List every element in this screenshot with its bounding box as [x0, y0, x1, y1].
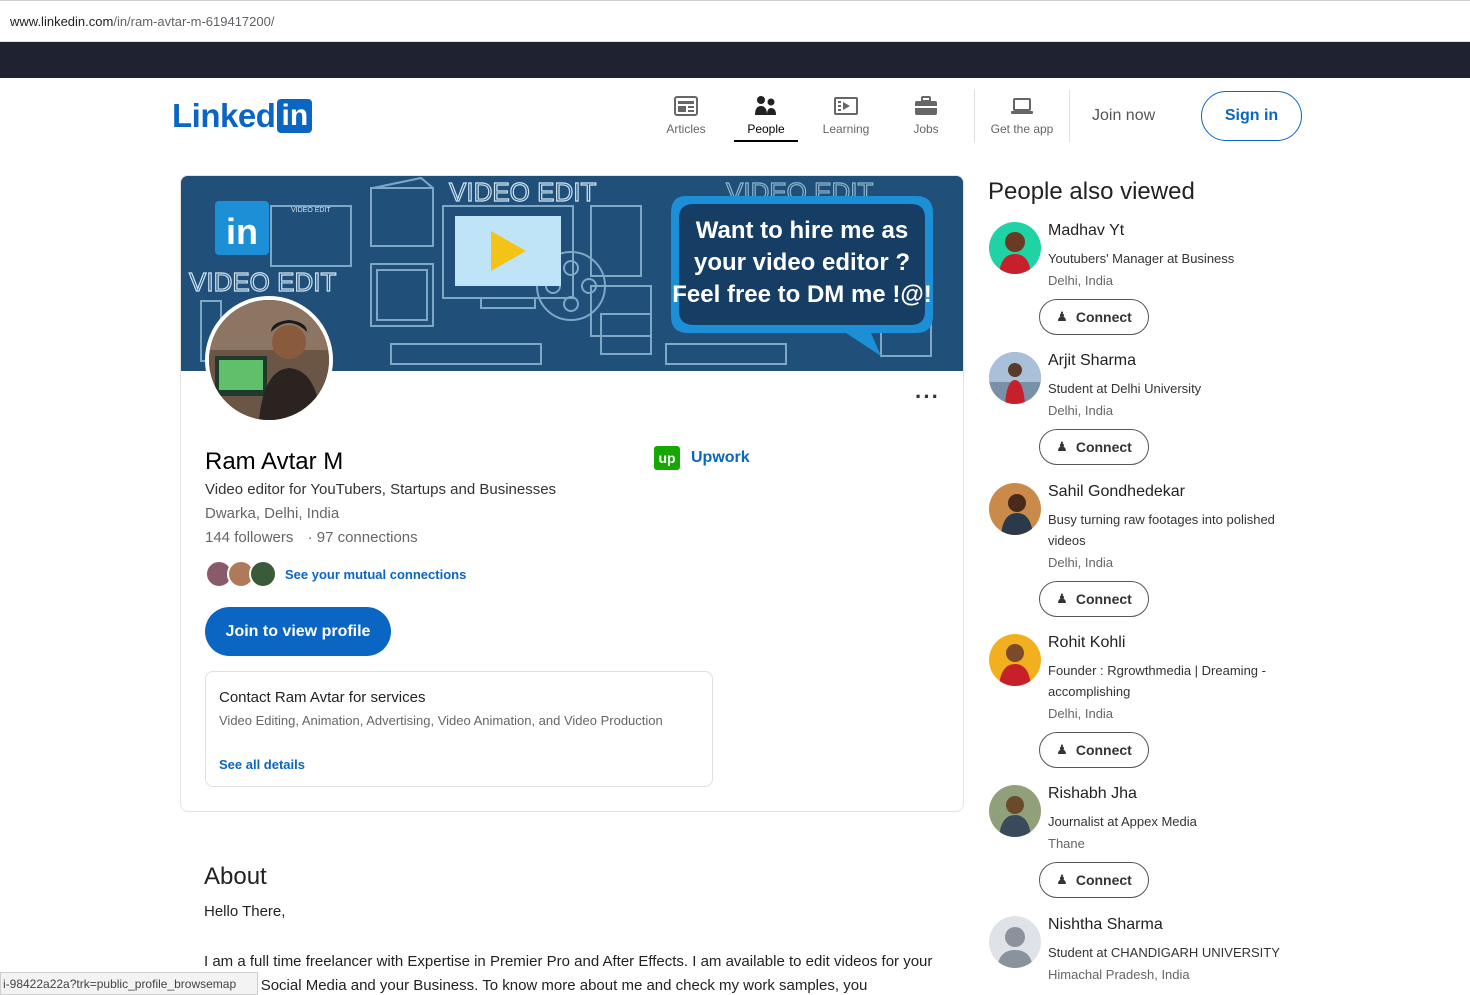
learning-icon	[834, 94, 858, 118]
site-header: Linked in Articles People Learning Jobs G…	[0, 78, 1470, 156]
person-location: Himachal Pradesh, India	[1048, 967, 1190, 982]
person-avatar[interactable]	[989, 634, 1041, 686]
person-location: Delhi, India	[1048, 706, 1114, 721]
person-avatar[interactable]	[989, 785, 1041, 837]
profile-card: in VIDEO EDIT VIDEO EDIT VIDEO EDIT VIDE…	[180, 175, 964, 812]
nav-divider	[1069, 90, 1070, 142]
banner-tag: VIDEO EDIT	[189, 267, 336, 297]
person-headline: Student at Delhi University	[1048, 381, 1202, 396]
banner-line-1: Want to hire me as	[696, 217, 908, 244]
person-location: Delhi, India	[1048, 555, 1114, 570]
nav-learning[interactable]: Learning	[814, 92, 878, 142]
person-headline: Journalist at Appex Media	[1048, 814, 1197, 829]
services-title: Contact Ram Avtar for services	[219, 689, 426, 706]
nav-people[interactable]: People	[734, 92, 798, 142]
profile-headline: Video editor for YouTubers, Startups and…	[205, 481, 557, 498]
person-headline: Youtubers' Manager at Business	[1048, 251, 1235, 266]
person-name[interactable]: Arjit Sharma	[1048, 352, 1136, 370]
person-location: Thane	[1048, 836, 1085, 851]
browser-status-bar: i-98422a22a?trk=public_profile_browsemap	[0, 972, 258, 995]
mutual-connections-link[interactable]: See your mutual connections	[285, 567, 466, 582]
add-person-icon: ♟	[1056, 309, 1068, 324]
person-name[interactable]: Madhav Yt	[1048, 222, 1124, 240]
people-also-viewed-heading: People also viewed	[988, 178, 1195, 205]
profile-counts: 144 followers · 97 connections	[205, 529, 428, 546]
join-now-link[interactable]: Join now	[1092, 107, 1155, 125]
followers-count: 144 followers	[205, 529, 294, 546]
services-box: Contact Ram Avtar for services Video Edi…	[205, 671, 713, 787]
connect-button[interactable]: ♟ Connect	[1039, 581, 1149, 617]
person-avatar[interactable]	[989, 916, 1041, 968]
person-location: Delhi, India	[1048, 273, 1114, 288]
person-headline: Busy turning raw footages into polished …	[1048, 512, 1275, 548]
person-name[interactable]: Nishtha Sharma	[1048, 916, 1163, 934]
person-avatar[interactable]	[989, 483, 1041, 535]
connect-button[interactable]: ♟ Connect	[1039, 429, 1149, 465]
mutual-connections[interactable]: See your mutual connections	[205, 560, 466, 588]
nav-divider	[974, 90, 975, 142]
laptop-icon	[1010, 94, 1034, 118]
banner-line-2: your video editor ?	[694, 249, 910, 276]
more-options-button[interactable]: ···	[915, 384, 940, 410]
person-name[interactable]: Rishabh Jha	[1048, 785, 1137, 803]
about-heading: About	[204, 863, 267, 890]
linkedin-logo[interactable]: Linked in	[172, 97, 313, 134]
profile-location: Dwarka, Delhi, India	[205, 505, 340, 522]
person-headline: Student at CHANDIGARH UNIVERSITY	[1048, 945, 1280, 960]
mutual-avatars	[205, 560, 277, 588]
add-person-icon: ♟	[1056, 742, 1068, 757]
company-name[interactable]: Upwork	[691, 449, 750, 467]
about-text: I am a full time freelancer with Experti…	[204, 953, 933, 994]
banner-line-3: Feel free to DM me !@!	[672, 281, 931, 308]
see-all-details-link[interactable]: See all details	[219, 757, 305, 772]
current-company[interactable]: up Upwork	[654, 446, 750, 470]
articles-icon	[674, 94, 698, 118]
banner-tag: VIDEO EDIT	[291, 207, 331, 214]
banner-tag: VIDEO EDIT	[449, 177, 596, 207]
about-greeting: Hello There,	[204, 903, 286, 920]
upwork-logo: up	[654, 446, 680, 470]
mutual-avatar	[249, 560, 277, 588]
services-list: Video Editing, Animation, Advertising, V…	[219, 713, 663, 728]
url-text[interactable]: www.linkedin.com/in/ram-avtar-m-61941720…	[10, 14, 274, 29]
connect-button[interactable]: ♟ Connect	[1039, 299, 1149, 335]
connect-button[interactable]: ♟ Connect	[1039, 862, 1149, 898]
connect-button[interactable]: ♟ Connect	[1039, 732, 1149, 768]
add-person-icon: ♟	[1056, 872, 1068, 887]
person-avatar[interactable]	[989, 222, 1041, 274]
add-person-icon: ♟	[1056, 591, 1068, 606]
person-name[interactable]: Sahil Gondhedekar	[1048, 483, 1185, 501]
people-icon	[754, 94, 778, 118]
browser-address-bar[interactable]: www.linkedin.com/in/ram-avtar-m-61941720…	[0, 0, 1470, 42]
person-avatar[interactable]	[989, 352, 1041, 404]
nav-jobs[interactable]: Jobs	[894, 92, 958, 142]
person-name[interactable]: Rohit Kohli	[1048, 634, 1125, 652]
sign-in-button[interactable]: Sign in	[1201, 91, 1302, 141]
browser-toolbar-strip	[0, 42, 1470, 78]
join-to-view-profile-button[interactable]: Join to view profile	[205, 607, 391, 656]
nav-get-the-app[interactable]: Get the app	[990, 92, 1054, 142]
nav-articles[interactable]: Articles	[654, 92, 718, 142]
profile-avatar[interactable]	[205, 296, 333, 424]
banner-linkedin-mark: in	[226, 211, 258, 252]
profile-name: Ram Avtar M	[205, 448, 344, 475]
person-location: Delhi, India	[1048, 403, 1114, 418]
connections-count: · 97 connections	[307, 529, 418, 546]
add-person-icon: ♟	[1056, 439, 1068, 454]
jobs-icon	[914, 94, 938, 118]
person-headline: Founder : Rgrowthmedia | Dreaming - acco…	[1048, 663, 1266, 699]
